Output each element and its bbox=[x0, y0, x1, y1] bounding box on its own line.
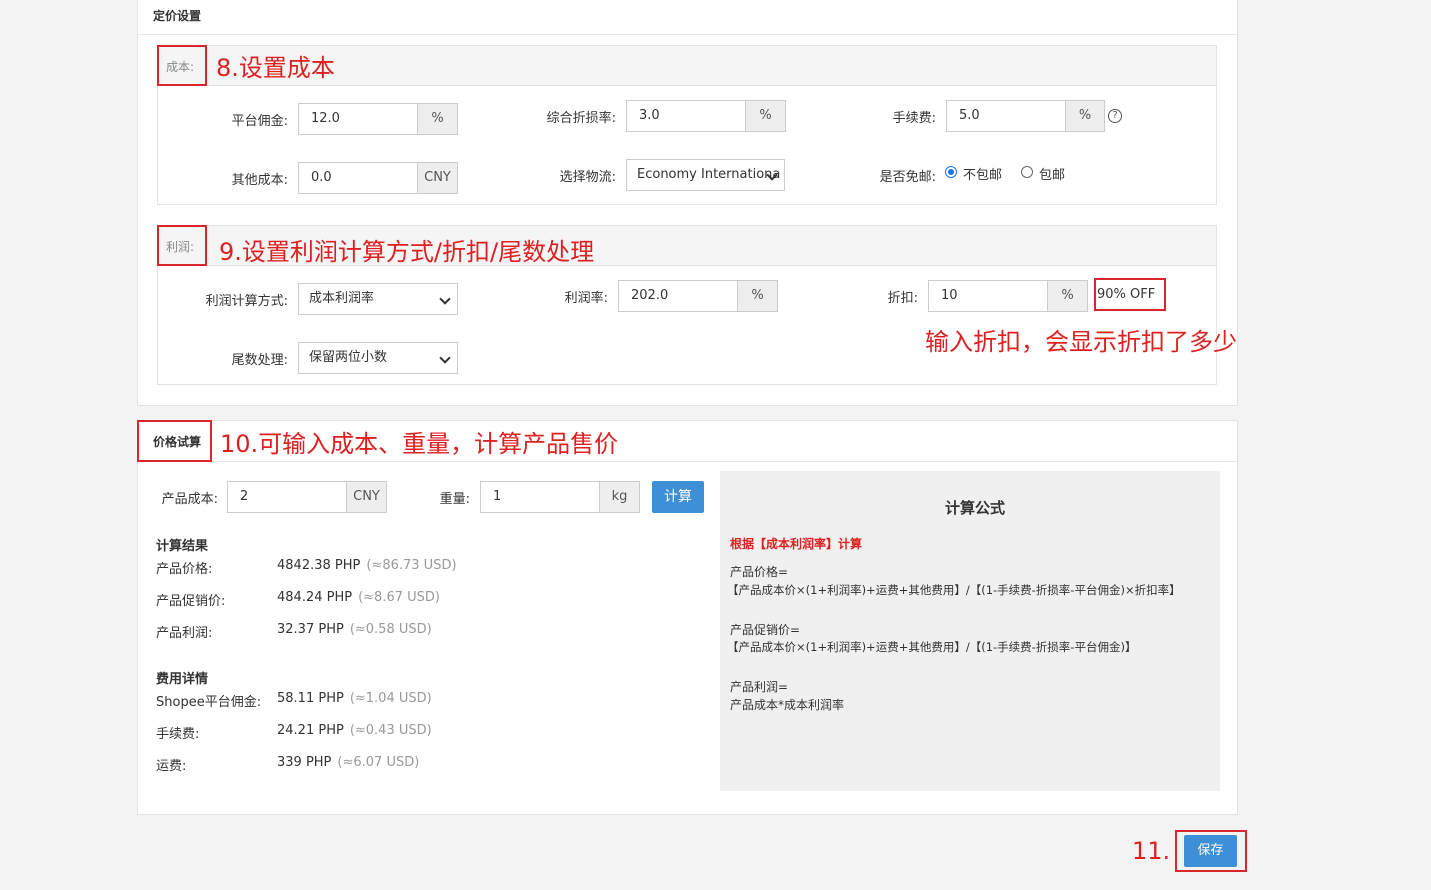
fee-commission-amount: 58.11 PHP bbox=[277, 691, 344, 706]
profit-tag: 利润: bbox=[166, 240, 195, 254]
fee-shipping-label: 运费: bbox=[156, 759, 187, 774]
formula-price-expr: 【产品成本价×(1+利润率)+运费+其他费用】/【(1-手续费-折损率-平台佣金… bbox=[727, 583, 1181, 597]
result-price-usd: (≈86.73 USD) bbox=[366, 558, 457, 573]
fee-commission-value: 58.11 PHP (≈1.04 USD) bbox=[277, 691, 432, 706]
product-cost-input[interactable]: 2 bbox=[227, 481, 347, 513]
profit-rate-input[interactable]: 202.0 bbox=[618, 280, 738, 312]
formula-profit-expr: 产品成本*成本利润率 bbox=[730, 698, 845, 712]
result-promo-value: 484.24 PHP (≈8.67 USD) bbox=[277, 590, 440, 605]
result-price-label: 产品价格: bbox=[156, 562, 213, 577]
rounding-select[interactable]: 保留两位小数 bbox=[298, 342, 458, 374]
logistics-label: 选择物流: bbox=[559, 170, 616, 185]
rounding-label: 尾数处理: bbox=[231, 353, 288, 368]
free-shipping-option-label: 包邮 bbox=[1039, 168, 1066, 183]
formula-title: 计算公式 bbox=[944, 499, 1005, 517]
discount-loss-input[interactable]: 3.0 bbox=[626, 100, 746, 132]
weight-unit: kg bbox=[600, 481, 640, 513]
handling-fee-input[interactable]: 5.0 bbox=[946, 100, 1066, 132]
trial-annotation: 10.可输入成本、重量，计算产品售价 bbox=[220, 430, 619, 458]
result-profit-amount: 32.37 PHP bbox=[277, 622, 344, 637]
result-promo-amount: 484.24 PHP bbox=[277, 590, 353, 605]
discount-loss-label: 综合折损率: bbox=[546, 111, 616, 126]
fee-shipping-usd: (≈6.07 USD) bbox=[337, 755, 420, 770]
free-shipping-label: 是否免邮: bbox=[879, 170, 936, 185]
price-trial-title: 价格试算 bbox=[153, 435, 202, 449]
radio-free-shipping[interactable] bbox=[1021, 166, 1033, 178]
fee-handling-label: 手续费: bbox=[156, 727, 200, 742]
chevron-down-icon bbox=[439, 293, 451, 305]
other-cost-label: 其他成本: bbox=[231, 173, 288, 188]
platform-commission-unit: % bbox=[418, 103, 458, 135]
discount-loss-unit: % bbox=[746, 100, 786, 132]
handling-fee-unit: % bbox=[1066, 100, 1105, 132]
pricing-settings-title: 定价设置 bbox=[153, 9, 202, 23]
result-price-value: 4842.38 PHP (≈86.73 USD) bbox=[277, 558, 457, 573]
product-cost-unit: CNY bbox=[347, 481, 387, 513]
fee-shipping-value: 339 PHP (≈6.07 USD) bbox=[277, 755, 419, 770]
profit-method-selected: 成本利润率 bbox=[309, 291, 375, 306]
discount-result: 90% OFF bbox=[1097, 287, 1156, 302]
discount-annotation: 输入折扣，会显示折扣了多少 bbox=[925, 328, 1237, 356]
fee-handling-amount: 24.21 PHP bbox=[277, 723, 344, 738]
fee-handling-value: 24.21 PHP (≈0.43 USD) bbox=[277, 723, 432, 738]
logistics-selected: Economy Internationa bbox=[637, 167, 781, 182]
chevron-down-icon bbox=[439, 352, 451, 364]
results-title: 计算结果 bbox=[156, 539, 209, 554]
result-profit-label: 产品利润: bbox=[156, 626, 213, 641]
result-price-amount: 4842.38 PHP bbox=[277, 558, 361, 573]
result-profit-usd: (≈0.58 USD) bbox=[349, 622, 432, 637]
fees-title: 费用详情 bbox=[156, 672, 209, 687]
profit-rate-label: 利润率: bbox=[564, 291, 608, 306]
result-profit-value: 32.37 PHP (≈0.58 USD) bbox=[277, 622, 432, 637]
handling-fee-label: 手续费: bbox=[892, 111, 936, 126]
save-button[interactable]: 保存 bbox=[1184, 835, 1237, 867]
fee-handling-usd: (≈0.43 USD) bbox=[349, 723, 432, 738]
profit-annotation: 9.设置利润计算方式/折扣/尾数处理 bbox=[219, 238, 595, 266]
profit-method-select[interactable]: 成本利润率 bbox=[298, 283, 458, 315]
formula-promo-expr: 【产品成本价×(1+利润率)+运费+其他费用】/【(1-手续费-折损率-平台佣金… bbox=[727, 640, 1137, 654]
other-cost-input[interactable]: 0.0 bbox=[298, 162, 418, 194]
formula-basis: 根据【成本利润率】计算 bbox=[730, 537, 863, 551]
fee-shipping-amount: 339 PHP bbox=[277, 755, 332, 770]
cost-annotation: 8.设置成本 bbox=[216, 54, 335, 82]
fee-commission-label: Shopee平台佣金: bbox=[156, 695, 262, 710]
radio-no-free-shipping[interactable] bbox=[945, 166, 957, 178]
result-promo-usd: (≈8.67 USD) bbox=[358, 590, 440, 605]
platform-commission-input[interactable]: 12.0 bbox=[298, 103, 418, 135]
discount-unit: % bbox=[1048, 280, 1088, 312]
divider bbox=[138, 34, 1237, 35]
cost-tag: 成本: bbox=[166, 60, 195, 74]
save-annotation: 11. bbox=[1132, 837, 1171, 865]
divider bbox=[138, 461, 1237, 462]
other-cost-unit: CNY bbox=[418, 162, 458, 194]
weight-input[interactable]: 1 bbox=[480, 481, 600, 513]
platform-commission-label: 平台佣金: bbox=[231, 114, 288, 129]
formula-profit-label: 产品利润= bbox=[730, 680, 789, 694]
profit-method-label: 利润计算方式: bbox=[205, 294, 288, 309]
logistics-select[interactable]: Economy Internationa bbox=[626, 159, 785, 191]
result-promo-label: 产品促销价: bbox=[156, 594, 226, 609]
discount-label: 折扣: bbox=[887, 291, 918, 306]
calculate-button[interactable]: 计算 bbox=[652, 481, 704, 513]
product-cost-label: 产品成本: bbox=[161, 492, 218, 507]
weight-label: 重量: bbox=[439, 492, 470, 507]
help-icon[interactable]: ? bbox=[1108, 109, 1122, 123]
no-free-shipping-label: 不包邮 bbox=[963, 168, 1003, 183]
formula-price-label: 产品价格= bbox=[730, 565, 789, 579]
profit-rate-unit: % bbox=[738, 280, 778, 312]
formula-promo-label: 产品促销价= bbox=[730, 623, 801, 637]
fee-commission-usd: (≈1.04 USD) bbox=[349, 691, 432, 706]
discount-input[interactable]: 10 bbox=[928, 280, 1048, 312]
rounding-selected: 保留两位小数 bbox=[309, 350, 388, 365]
